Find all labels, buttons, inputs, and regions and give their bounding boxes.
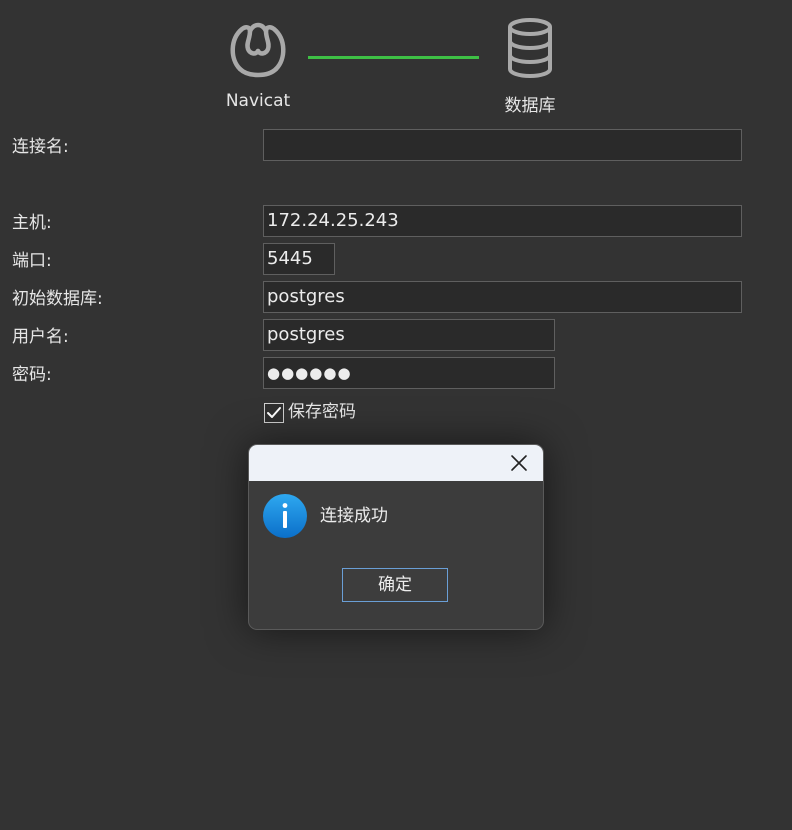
- initial-database-label: 初始数据库:: [12, 289, 103, 309]
- port-label: 端口:: [12, 251, 52, 271]
- connection-success-dialog: 连接成功 确定: [248, 444, 544, 630]
- host-label: 主机:: [12, 213, 52, 233]
- password-label: 密码:: [12, 365, 52, 385]
- info-icon: [263, 494, 307, 538]
- checkmark-icon: [267, 407, 281, 418]
- save-password-checkbox[interactable]: [264, 403, 284, 423]
- ok-button[interactable]: 确定: [342, 568, 448, 602]
- dialog-message: 连接成功: [320, 506, 388, 526]
- dialog-titlebar: [249, 445, 543, 481]
- connection-name-input[interactable]: [263, 129, 742, 161]
- close-icon[interactable]: [509, 453, 529, 473]
- database-label: 数据库: [504, 96, 556, 116]
- host-input[interactable]: 172.24.25.243: [263, 205, 742, 237]
- save-password-label[interactable]: 保存密码: [288, 401, 356, 423]
- connection-line: [308, 56, 479, 59]
- navicat-label: Navicat: [225, 91, 291, 111]
- navicat-logo-icon: [230, 22, 286, 78]
- password-input[interactable]: ●●●●●●: [263, 357, 555, 389]
- username-input[interactable]: postgres: [263, 319, 555, 351]
- connection-name-label: 连接名:: [12, 137, 69, 157]
- initial-database-input[interactable]: postgres: [263, 281, 742, 313]
- username-label: 用户名:: [12, 327, 69, 347]
- port-input[interactable]: 5445: [263, 243, 335, 275]
- database-icon: [508, 18, 552, 79]
